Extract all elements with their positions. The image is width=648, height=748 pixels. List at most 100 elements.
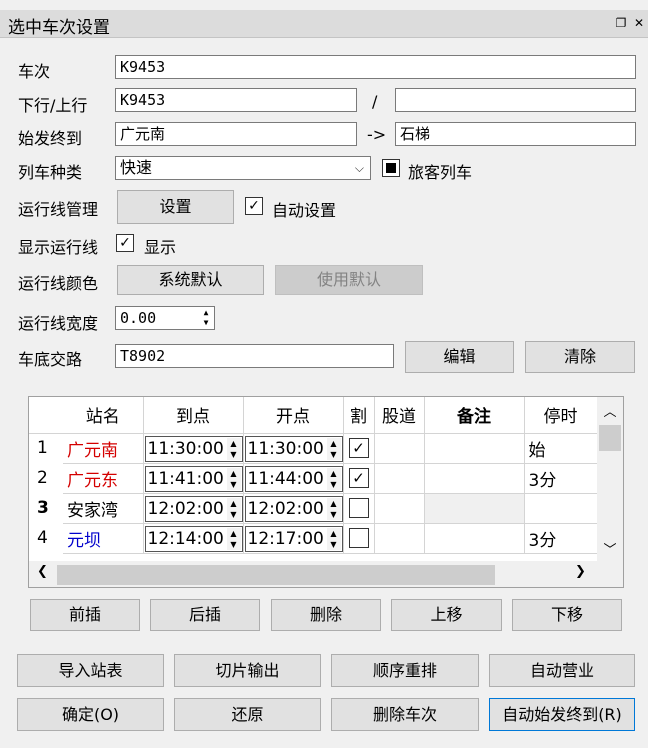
check-cell[interactable] bbox=[343, 523, 375, 554]
destination-input[interactable]: 石梯 bbox=[395, 122, 636, 146]
check-cell[interactable]: ✓ bbox=[343, 463, 375, 494]
chevron-left-icon[interactable]: ❮ bbox=[37, 564, 48, 579]
depart-cell[interactable]: 12:17:00 ▲ ▼ bbox=[243, 523, 344, 554]
timetable-grid[interactable]: 站名 到点 开点 割 股道 备注 停时 1 广元南 11:30:00 ▲ ▼ 11:… bbox=[28, 396, 624, 588]
restore-icon[interactable]: ❐ bbox=[614, 15, 628, 31]
station-cell[interactable]: 广元南 bbox=[63, 433, 144, 464]
chevron-right-icon[interactable]: ❯ bbox=[575, 564, 586, 579]
stop-cell[interactable]: 3分 bbox=[524, 523, 598, 554]
check-header[interactable]: 割 bbox=[343, 397, 375, 434]
system-default-button[interactable]: 系统默认 bbox=[117, 265, 264, 295]
note-cell[interactable] bbox=[424, 433, 525, 464]
restore-button[interactable]: 还原 bbox=[174, 698, 321, 731]
track-cell[interactable] bbox=[374, 433, 425, 464]
arrive-cell[interactable]: 11:30:00 ▲ ▼ bbox=[143, 433, 244, 464]
arrive-time-input[interactable]: 11:41:00 ▲ ▼ bbox=[144, 465, 242, 492]
station-cell[interactable]: 元坝 bbox=[63, 523, 144, 554]
depart-time-input[interactable]: 12:02:00 ▲ ▼ bbox=[244, 495, 342, 522]
spinner-arrows-icon[interactable]: ▲ ▼ bbox=[226, 527, 241, 550]
stop-cell[interactable] bbox=[524, 493, 598, 524]
track-cell[interactable] bbox=[374, 463, 425, 494]
arrive-cell[interactable]: 12:14:00 ▲ ▼ bbox=[143, 523, 244, 554]
row-checkbox[interactable] bbox=[348, 498, 369, 518]
train-input[interactable]: K9453 bbox=[115, 55, 636, 79]
import-stations-button[interactable]: 导入站表 bbox=[17, 654, 164, 687]
close-icon[interactable]: ✕ bbox=[632, 15, 646, 31]
stop-header[interactable]: 停时 bbox=[524, 397, 598, 434]
station-cell[interactable]: 安家湾 bbox=[63, 493, 144, 524]
insert-before-button[interactable]: 前插 bbox=[30, 599, 140, 631]
slice-output-button[interactable]: 切片输出 bbox=[174, 654, 321, 687]
table-row[interactable]: 4 元坝 12:14:00 ▲ ▼ 12:17:00 ▲ ▼ 3分 bbox=[29, 523, 598, 554]
spinner-arrows-icon[interactable]: ▲ ▼ bbox=[326, 527, 341, 550]
track-cell[interactable] bbox=[374, 493, 425, 524]
depart-time-input[interactable]: 11:30:00 ▲ ▼ bbox=[244, 435, 342, 462]
use-default-button[interactable]: 使用默认 bbox=[275, 265, 423, 295]
reorder-button[interactable]: 顺序重排 bbox=[331, 654, 479, 687]
setup-button[interactable]: 设置 bbox=[117, 190, 234, 224]
note-cell[interactable] bbox=[424, 493, 525, 524]
delete-row-button[interactable]: 删除 bbox=[271, 599, 381, 631]
clear-button[interactable]: 清除 bbox=[525, 341, 635, 373]
insert-after-button[interactable]: 后插 bbox=[150, 599, 260, 631]
horizontal-scrollbar[interactable]: ❮ ❯ bbox=[29, 561, 597, 587]
arrive-cell[interactable]: 12:02:00 ▲ ▼ bbox=[143, 493, 244, 524]
chassis-input[interactable]: T8902 bbox=[115, 344, 394, 368]
scroll-thumb[interactable] bbox=[57, 565, 495, 585]
row-checkbox[interactable]: ✓ bbox=[348, 468, 369, 488]
track-cell[interactable] bbox=[374, 523, 425, 554]
chevron-down-icon[interactable]: ﹀ bbox=[597, 539, 623, 558]
edit-button[interactable]: 编辑 bbox=[405, 341, 514, 373]
arrive-time-input[interactable]: 11:30:00 ▲ ▼ bbox=[144, 435, 242, 462]
table-row[interactable]: 1 广元南 11:30:00 ▲ ▼ 11:30:00 ▲ ▼ ✓ 始 bbox=[29, 433, 598, 464]
vertical-scrollbar[interactable]: ︿ ﹀ bbox=[597, 397, 623, 561]
check-cell[interactable] bbox=[343, 493, 375, 524]
stop-cell[interactable]: 始 bbox=[524, 433, 598, 464]
note-cell[interactable] bbox=[424, 463, 525, 494]
spinner-arrows-icon[interactable]: ▲ ▼ bbox=[326, 467, 341, 490]
auto-set-checkbox[interactable]: ✓ bbox=[245, 197, 263, 215]
auto-route-button[interactable]: 自动始发终到(R) bbox=[489, 698, 635, 731]
station-header[interactable]: 站名 bbox=[63, 397, 144, 434]
depart-cell[interactable]: 11:30:00 ▲ ▼ bbox=[243, 433, 344, 464]
spinner-arrows-icon[interactable]: ▲ ▼ bbox=[326, 497, 341, 520]
stop-cell[interactable]: 3分 bbox=[524, 463, 598, 494]
ok-button[interactable]: 确定(O) bbox=[17, 698, 164, 731]
delete-train-button[interactable]: 删除车次 bbox=[331, 698, 479, 731]
train-type-select[interactable]: 快速 ⌵ bbox=[115, 156, 371, 180]
table-row[interactable]: 3 安家湾 12:02:00 ▲ ▼ 12:02:00 ▲ ▼ bbox=[29, 493, 598, 524]
station-cell[interactable]: 广元东 bbox=[63, 463, 144, 494]
depart-cell[interactable]: 11:44:00 ▲ ▼ bbox=[243, 463, 344, 494]
spinner-arrows-icon[interactable]: ▲ ▼ bbox=[199, 308, 213, 328]
down-train-input[interactable]: K9453 bbox=[115, 88, 357, 112]
passenger-checkbox[interactable] bbox=[382, 159, 400, 177]
row-checkbox[interactable] bbox=[348, 528, 369, 548]
scroll-thumb[interactable] bbox=[599, 425, 621, 451]
track-header[interactable]: 股道 bbox=[374, 397, 425, 434]
note-cell[interactable] bbox=[424, 523, 525, 554]
table-row[interactable]: 2 广元东 11:41:00 ▲ ▼ 11:44:00 ▲ ▼ ✓ 3分 bbox=[29, 463, 598, 494]
arrive-cell[interactable]: 11:41:00 ▲ ▼ bbox=[143, 463, 244, 494]
move-up-button[interactable]: 上移 bbox=[391, 599, 502, 631]
arrive-header[interactable]: 到点 bbox=[143, 397, 244, 434]
spinner-arrows-icon[interactable]: ▲ ▼ bbox=[226, 497, 241, 520]
chevron-up-icon[interactable]: ︿ bbox=[597, 401, 623, 420]
depart-cell[interactable]: 12:02:00 ▲ ▼ bbox=[243, 493, 344, 524]
spinner-arrows-icon[interactable]: ▲ ▼ bbox=[226, 437, 241, 460]
depart-header[interactable]: 开点 bbox=[243, 397, 344, 434]
show-line-checkbox[interactable]: ✓ bbox=[116, 234, 134, 252]
move-down-button[interactable]: 下移 bbox=[512, 599, 622, 631]
line-width-spinner[interactable]: 0.00 ▲ ▼ bbox=[115, 306, 215, 330]
row-checkbox[interactable]: ✓ bbox=[348, 438, 369, 458]
origin-input[interactable]: 广元南 bbox=[115, 122, 357, 146]
note-header[interactable]: 备注 bbox=[424, 397, 525, 434]
up-train-input[interactable] bbox=[395, 88, 636, 112]
spinner-arrows-icon[interactable]: ▲ ▼ bbox=[226, 467, 241, 490]
spinner-arrows-icon[interactable]: ▲ ▼ bbox=[326, 437, 341, 460]
auto-business-button[interactable]: 自动营业 bbox=[489, 654, 635, 687]
arrive-time-input[interactable]: 12:02:00 ▲ ▼ bbox=[144, 495, 242, 522]
check-cell[interactable]: ✓ bbox=[343, 433, 375, 464]
depart-time-input[interactable]: 12:17:00 ▲ ▼ bbox=[244, 525, 342, 552]
depart-time-input[interactable]: 11:44:00 ▲ ▼ bbox=[244, 465, 342, 492]
arrive-time-input[interactable]: 12:14:00 ▲ ▼ bbox=[144, 525, 242, 552]
